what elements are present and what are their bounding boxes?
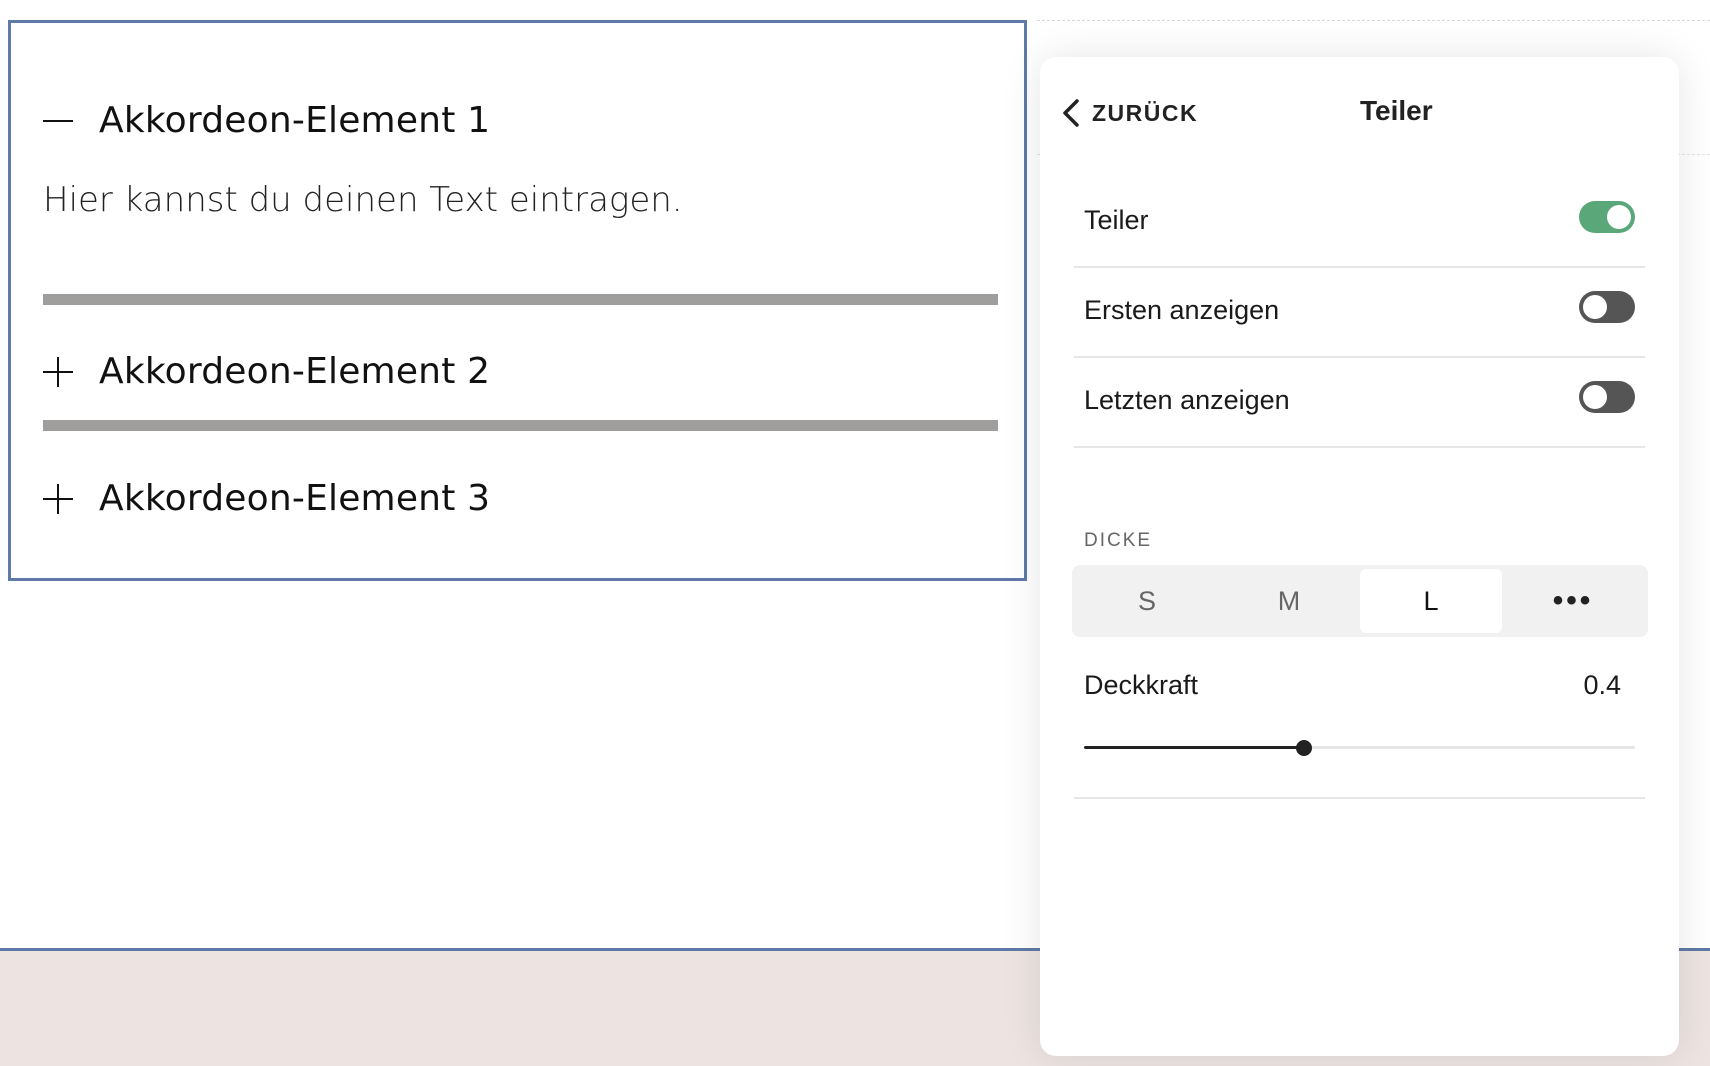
accordion-divider (43, 420, 998, 431)
accordion-divider (43, 294, 998, 305)
back-button[interactable]: ZURÜCK (1060, 97, 1198, 129)
show-first-toggle[interactable] (1579, 291, 1635, 323)
plus-icon[interactable] (43, 356, 73, 387)
section-divider (1074, 797, 1645, 799)
accordion-item-1-body[interactable]: Hier kannst du deinen Text eintragen. (43, 180, 683, 220)
toggle-row-divider[interactable]: Teiler (1074, 178, 1645, 268)
back-label: ZURÜCK (1092, 99, 1199, 126)
accordion-item-title: Akkordeon-Element 2 (99, 351, 491, 392)
canvas-guide-top (1037, 20, 1710, 21)
toggle-label: Teiler (1084, 205, 1149, 235)
slider-thumb[interactable] (1296, 740, 1313, 756)
thickness-option-m[interactable]: M (1218, 569, 1360, 633)
thickness-option-l[interactable]: L (1360, 569, 1502, 633)
plus-icon[interactable] (43, 483, 73, 514)
divider-toggle[interactable] (1579, 201, 1635, 233)
slider-fill (1084, 746, 1305, 749)
minus-icon[interactable] (43, 106, 73, 136)
opacity-value: 0.4 (1583, 670, 1621, 700)
toggle-row-show-first[interactable]: Ersten anzeigen (1074, 268, 1645, 358)
thickness-segmented-control: S M L ••• (1072, 565, 1648, 637)
toggle-row-show-last[interactable]: Letzten anzeigen (1074, 358, 1645, 448)
panel-title: Teiler (1360, 95, 1433, 126)
toggle-label: Ersten anzeigen (1084, 295, 1280, 325)
accordion-item-1-header[interactable]: Akkordeon-Element 1 (43, 100, 490, 141)
show-last-toggle[interactable] (1579, 381, 1635, 413)
thickness-label: DICKE (1084, 530, 1153, 551)
opacity-label: Deckkraft (1084, 670, 1199, 700)
accordion-item-title: Akkordeon-Element 3 (99, 478, 491, 519)
accordion-item-2-header[interactable]: Akkordeon-Element 2 (43, 351, 490, 392)
chevron-left-icon (1063, 99, 1079, 127)
accordion-item-title: Akkordeon-Element 1 (99, 100, 491, 141)
thickness-option-s[interactable]: S (1076, 569, 1218, 633)
accordion-block[interactable]: Akkordeon-Element 1 Hier kannst du deine… (8, 20, 1027, 581)
opacity-slider[interactable] (1084, 738, 1635, 758)
accordion-item-3-header[interactable]: Akkordeon-Element 3 (43, 478, 490, 519)
more-options-icon[interactable]: ••• (1502, 569, 1644, 633)
divider-settings-panel: ZURÜCK Teiler Teiler Ersten anzeigen Let… (1040, 57, 1679, 1056)
toggle-label: Letzten anzeigen (1084, 385, 1290, 415)
